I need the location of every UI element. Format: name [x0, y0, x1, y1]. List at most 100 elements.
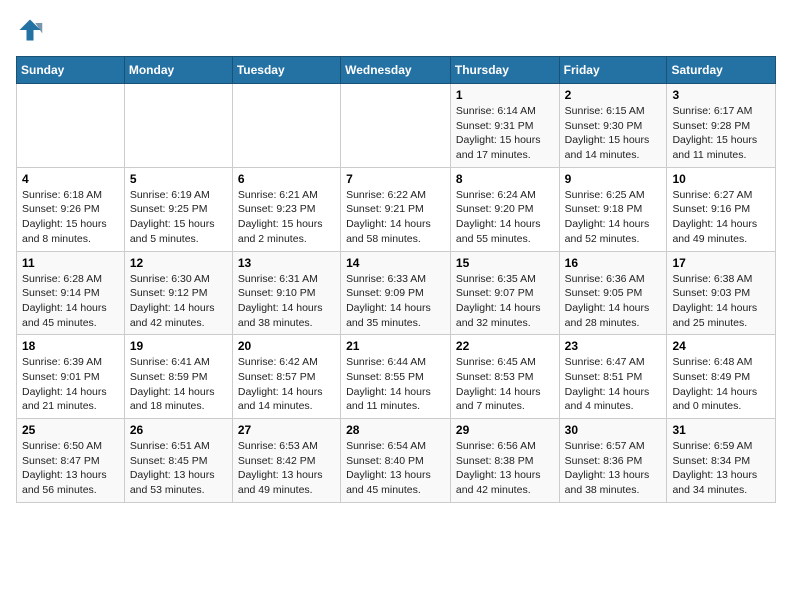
- day-info: Sunrise: 6:39 AM Sunset: 9:01 PM Dayligh…: [22, 355, 119, 414]
- day-number: 6: [238, 172, 335, 186]
- calendar-cell: [124, 84, 232, 168]
- logo-icon: [16, 16, 44, 44]
- day-number: 1: [456, 88, 554, 102]
- day-info: Sunrise: 6:25 AM Sunset: 9:18 PM Dayligh…: [565, 188, 662, 247]
- day-info: Sunrise: 6:22 AM Sunset: 9:21 PM Dayligh…: [346, 188, 445, 247]
- day-info: Sunrise: 6:51 AM Sunset: 8:45 PM Dayligh…: [130, 439, 227, 498]
- day-info: Sunrise: 6:33 AM Sunset: 9:09 PM Dayligh…: [346, 272, 445, 331]
- calendar-cell: 25 Sunrise: 6:50 AM Sunset: 8:47 PM Dayli…: [17, 419, 125, 503]
- calendar-cell: 16 Sunrise: 6:36 AM Sunset: 9:05 PM Dayli…: [559, 251, 667, 335]
- calendar-row: 4Sunrise: 6:18 AM Sunset: 9:26 PM Daylig…: [17, 167, 776, 251]
- day-number: 14: [346, 256, 445, 270]
- calendar-cell: [232, 84, 340, 168]
- calendar-cell: 2Sunrise: 6:15 AM Sunset: 9:30 PM Daylig…: [559, 84, 667, 168]
- day-info: Sunrise: 6:53 AM Sunset: 8:42 PM Dayligh…: [238, 439, 335, 498]
- header-cell-wednesday: Wednesday: [341, 57, 451, 84]
- calendar-cell: 5Sunrise: 6:19 AM Sunset: 9:25 PM Daylig…: [124, 167, 232, 251]
- calendar-cell: 3 Sunrise: 6:17 AM Sunset: 9:28 PM Daylig…: [667, 84, 776, 168]
- header-cell-thursday: Thursday: [450, 57, 559, 84]
- day-number: 24: [672, 339, 770, 353]
- day-number: 13: [238, 256, 335, 270]
- logo: [16, 16, 48, 44]
- day-number: 21: [346, 339, 445, 353]
- day-number: 11: [22, 256, 119, 270]
- calendar-cell: 31 Sunrise: 6:59 AM Sunset: 8:34 PM Dayli…: [667, 419, 776, 503]
- calendar-cell: 20Sunrise: 6:42 AM Sunset: 8:57 PM Dayli…: [232, 335, 340, 419]
- day-info: Sunrise: 6:15 AM Sunset: 9:30 PM Dayligh…: [565, 104, 662, 163]
- day-number: 3: [672, 88, 770, 102]
- calendar-cell: 9 Sunrise: 6:25 AM Sunset: 9:18 PM Daylig…: [559, 167, 667, 251]
- day-number: 27: [238, 423, 335, 437]
- day-info: Sunrise: 6:17 AM Sunset: 9:28 PM Dayligh…: [672, 104, 770, 163]
- calendar-cell: 23 Sunrise: 6:47 AM Sunset: 8:51 PM Dayli…: [559, 335, 667, 419]
- calendar-cell: 15 Sunrise: 6:35 AM Sunset: 9:07 PM Dayli…: [450, 251, 559, 335]
- day-info: Sunrise: 6:14 AM Sunset: 9:31 PM Dayligh…: [456, 104, 554, 163]
- day-number: 10: [672, 172, 770, 186]
- day-number: 7: [346, 172, 445, 186]
- calendar-body: 1 Sunrise: 6:14 AM Sunset: 9:31 PM Daylig…: [17, 84, 776, 503]
- header-cell-friday: Friday: [559, 57, 667, 84]
- calendar-cell: 17 Sunrise: 6:38 AM Sunset: 9:03 PM Dayli…: [667, 251, 776, 335]
- day-number: 17: [672, 256, 770, 270]
- day-info: Sunrise: 6:48 AM Sunset: 8:49 PM Dayligh…: [672, 355, 770, 414]
- day-info: Sunrise: 6:36 AM Sunset: 9:05 PM Dayligh…: [565, 272, 662, 331]
- header: [16, 16, 776, 44]
- calendar-cell: 28 Sunrise: 6:54 AM Sunset: 8:40 PM Dayli…: [341, 419, 451, 503]
- calendar-table: SundayMondayTuesdayWednesdayThursdayFrid…: [16, 56, 776, 503]
- calendar-row: 25 Sunrise: 6:50 AM Sunset: 8:47 PM Dayli…: [17, 419, 776, 503]
- calendar-cell: 4Sunrise: 6:18 AM Sunset: 9:26 PM Daylig…: [17, 167, 125, 251]
- day-info: Sunrise: 6:45 AM Sunset: 8:53 PM Dayligh…: [456, 355, 554, 414]
- day-info: Sunrise: 6:35 AM Sunset: 9:07 PM Dayligh…: [456, 272, 554, 331]
- day-info: Sunrise: 6:28 AM Sunset: 9:14 PM Dayligh…: [22, 272, 119, 331]
- header-cell-saturday: Saturday: [667, 57, 776, 84]
- header-cell-tuesday: Tuesday: [232, 57, 340, 84]
- day-number: 20: [238, 339, 335, 353]
- calendar-cell: 6 Sunrise: 6:21 AM Sunset: 9:23 PM Daylig…: [232, 167, 340, 251]
- day-info: Sunrise: 6:59 AM Sunset: 8:34 PM Dayligh…: [672, 439, 770, 498]
- day-number: 26: [130, 423, 227, 437]
- calendar-cell: 22Sunrise: 6:45 AM Sunset: 8:53 PM Dayli…: [450, 335, 559, 419]
- calendar-cell: 13 Sunrise: 6:31 AM Sunset: 9:10 PM Dayli…: [232, 251, 340, 335]
- day-info: Sunrise: 6:18 AM Sunset: 9:26 PM Dayligh…: [22, 188, 119, 247]
- calendar-cell: 24 Sunrise: 6:48 AM Sunset: 8:49 PM Dayli…: [667, 335, 776, 419]
- day-number: 16: [565, 256, 662, 270]
- day-info: Sunrise: 6:41 AM Sunset: 8:59 PM Dayligh…: [130, 355, 227, 414]
- day-info: Sunrise: 6:54 AM Sunset: 8:40 PM Dayligh…: [346, 439, 445, 498]
- calendar-row: 18 Sunrise: 6:39 AM Sunset: 9:01 PM Dayli…: [17, 335, 776, 419]
- calendar-cell: 10Sunrise: 6:27 AM Sunset: 9:16 PM Dayli…: [667, 167, 776, 251]
- day-number: 18: [22, 339, 119, 353]
- day-number: 8: [456, 172, 554, 186]
- day-number: 5: [130, 172, 227, 186]
- day-number: 29: [456, 423, 554, 437]
- day-info: Sunrise: 6:47 AM Sunset: 8:51 PM Dayligh…: [565, 355, 662, 414]
- calendar-header: SundayMondayTuesdayWednesdayThursdayFrid…: [17, 57, 776, 84]
- day-number: 25: [22, 423, 119, 437]
- day-info: Sunrise: 6:21 AM Sunset: 9:23 PM Dayligh…: [238, 188, 335, 247]
- day-number: 15: [456, 256, 554, 270]
- day-number: 28: [346, 423, 445, 437]
- day-info: Sunrise: 6:38 AM Sunset: 9:03 PM Dayligh…: [672, 272, 770, 331]
- day-number: 12: [130, 256, 227, 270]
- calendar-cell: 26 Sunrise: 6:51 AM Sunset: 8:45 PM Dayli…: [124, 419, 232, 503]
- header-cell-sunday: Sunday: [17, 57, 125, 84]
- day-number: 9: [565, 172, 662, 186]
- calendar-cell: 7 Sunrise: 6:22 AM Sunset: 9:21 PM Daylig…: [341, 167, 451, 251]
- day-info: Sunrise: 6:57 AM Sunset: 8:36 PM Dayligh…: [565, 439, 662, 498]
- day-info: Sunrise: 6:31 AM Sunset: 9:10 PM Dayligh…: [238, 272, 335, 331]
- day-info: Sunrise: 6:24 AM Sunset: 9:20 PM Dayligh…: [456, 188, 554, 247]
- day-info: Sunrise: 6:44 AM Sunset: 8:55 PM Dayligh…: [346, 355, 445, 414]
- calendar-row: 11 Sunrise: 6:28 AM Sunset: 9:14 PM Dayli…: [17, 251, 776, 335]
- day-number: 19: [130, 339, 227, 353]
- calendar-cell: [17, 84, 125, 168]
- day-number: 31: [672, 423, 770, 437]
- calendar-row: 1 Sunrise: 6:14 AM Sunset: 9:31 PM Daylig…: [17, 84, 776, 168]
- day-info: Sunrise: 6:30 AM Sunset: 9:12 PM Dayligh…: [130, 272, 227, 331]
- day-number: 30: [565, 423, 662, 437]
- day-info: Sunrise: 6:56 AM Sunset: 8:38 PM Dayligh…: [456, 439, 554, 498]
- calendar-cell: 14 Sunrise: 6:33 AM Sunset: 9:09 PM Dayli…: [341, 251, 451, 335]
- day-info: Sunrise: 6:50 AM Sunset: 8:47 PM Dayligh…: [22, 439, 119, 498]
- day-number: 23: [565, 339, 662, 353]
- calendar-cell: 18 Sunrise: 6:39 AM Sunset: 9:01 PM Dayli…: [17, 335, 125, 419]
- calendar-cell: [341, 84, 451, 168]
- calendar-cell: 8 Sunrise: 6:24 AM Sunset: 9:20 PM Daylig…: [450, 167, 559, 251]
